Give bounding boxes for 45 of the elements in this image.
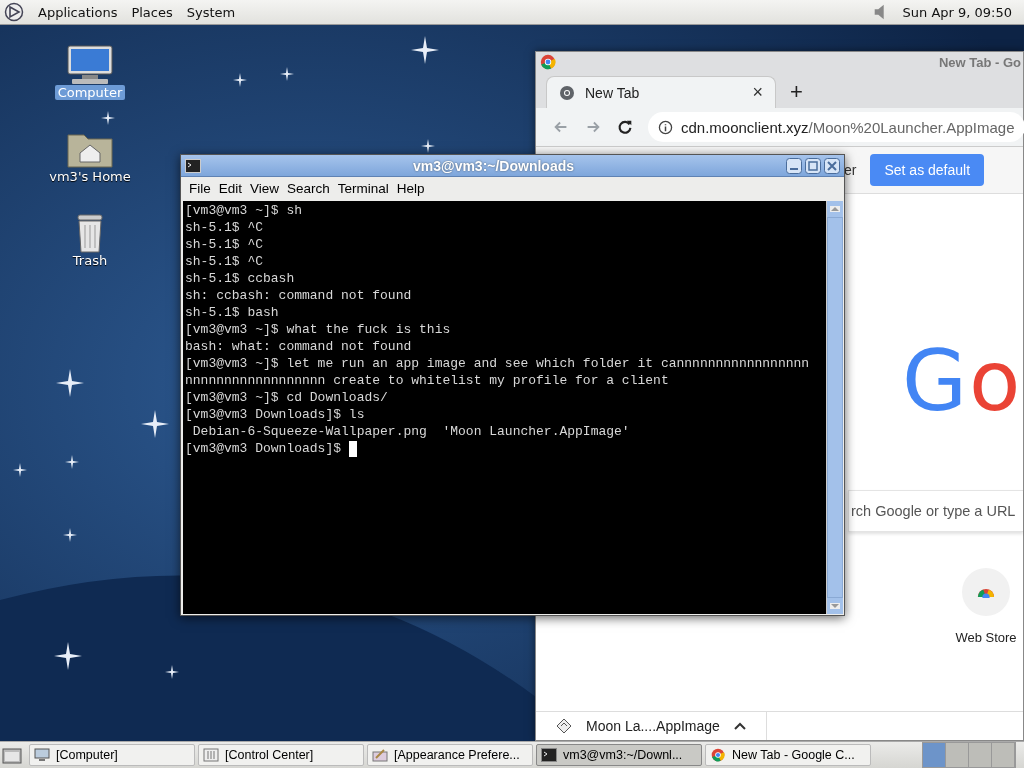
window-title: New Tab - Go [938,54,1021,70]
terminal-line: sh-5.1$ ccbash [185,270,295,287]
infobar-text: er [844,162,857,178]
menu-item[interactable]: Terminal [333,181,393,196]
taskbar-button[interactable]: [Control Center] [198,744,364,766]
panel-menu[interactable]: System [180,4,242,20]
panel-menu[interactable]: Applications [32,4,124,20]
taskbar-button[interactable]: [Appearance Prefere... [367,744,533,766]
desktop-icon-label[interactable]: vm3's Home [46,169,134,184]
google-logo: Go [902,339,1023,423]
taskbar-button[interactable]: [Computer] [29,744,195,766]
terminal-line: bash: what: command not found [185,338,412,355]
terminal-line: sh: ccbash: command not found [185,287,412,304]
desktop-icon-label[interactable]: Trash [69,253,111,268]
taskbar-button[interactable]: vm3@vm3:~/Downl... [536,744,702,766]
terminal-line: sh-5.1$ ^C [185,236,263,253]
terminal-line: [vm3@vm3 ~]$ cd Downloads/ [185,389,388,406]
clock[interactable]: Sun Apr 9, 09:50 [898,4,1016,20]
shortcut-label: Web Store [955,630,1017,645]
terminal-line: sh-5.1$ ^C [185,219,263,236]
terminal-line: Debian-6-Squeeze-Wallpaper.png 'Moon Launcher.AppImage' [191,423,630,440]
search-field[interactable]: rch Google or type a URL [848,490,1023,532]
menu-item[interactable]: View [246,181,284,196]
terminal-line: [vm3@vm3 ~]$ sh [185,202,303,219]
menu-item[interactable]: File [185,181,215,196]
terminal-line: [vm3@vm3 Downloads]$ [185,440,343,457]
window-title: vm3@vm3:~/Downloads [411,157,576,174]
terminal-line: nnnnnnnnnnnnnnnnnn create to whitelist my profile for a client [185,372,669,389]
browser-tab[interactable]: New Tab × [546,76,776,108]
menu-item[interactable]: Search [283,181,334,196]
menu-item[interactable]: Edit [214,181,247,196]
download-item[interactable]: Moon La....AppImage [550,712,767,740]
menu-item[interactable]: Help [392,181,429,196]
new-tab-button[interactable]: + [790,79,803,105]
terminal-line: sh-5.1$ ^C [185,253,263,270]
taskbar-button[interactable]: New Tab - Google C... [705,744,871,766]
terminal-line: [vm3@vm3 ~]$ let me run an app image and see which folder it cannnnnnnnnnnnnnnnn [185,355,810,372]
panel-menu[interactable]: Places [125,4,179,20]
terminal-line: [vm3@vm3 Downloads]$ ls [185,406,365,423]
close-tab-button[interactable]: × [752,82,763,103]
address-bar[interactable]: cdn.moonclient.xyz/Moon%20Launcher.AppImage [648,112,1024,142]
url-text: cdn.moonclient.xyz/Moon%20Launcher.AppImage [681,118,1015,136]
terminal-line: sh-5.1$ bash [185,304,279,321]
tab-title: New Tab [585,84,641,101]
terminal-line: [vm3@vm3 ~]$ what the fuck is this [185,321,451,338]
